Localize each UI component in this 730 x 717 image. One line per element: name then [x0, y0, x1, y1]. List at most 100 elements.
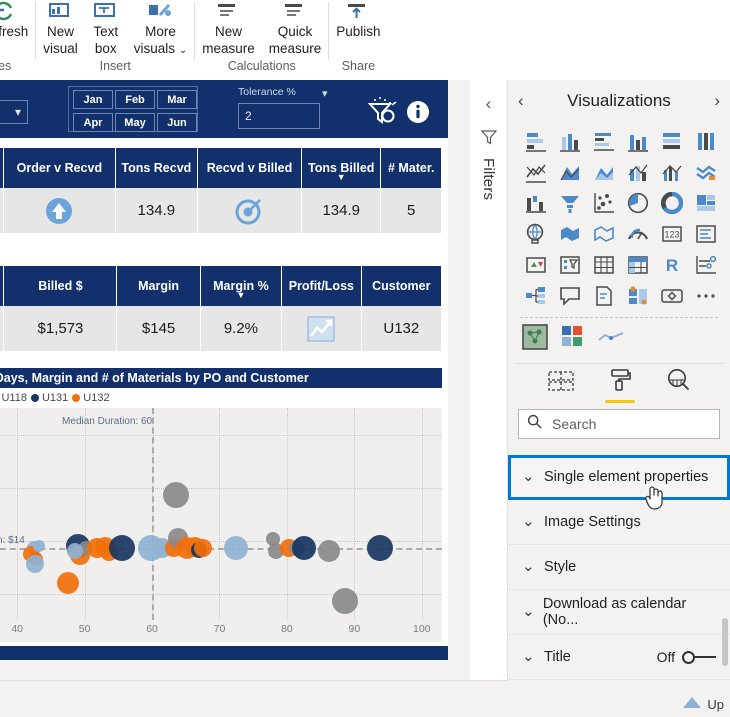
visual-type-gallery[interactable]: 123R — [508, 122, 730, 313]
table-column-header[interactable]: Recvd v Billed — [198, 148, 302, 188]
up-indicator[interactable]: Up — [681, 694, 724, 715]
r-script-visual-icon[interactable]: R — [656, 250, 688, 280]
chevron-left-icon[interactable]: ‹ — [486, 94, 492, 114]
month-button-apr[interactable]: Apr — [73, 113, 113, 132]
sparkline-icon[interactable] — [598, 329, 624, 350]
chevron-down-icon[interactable]: ⌄ — [522, 608, 543, 616]
scatter-point[interactable] — [224, 536, 248, 560]
legend-item-U132[interactable]: U132 — [72, 392, 109, 404]
tolerance-input[interactable]: 2 — [238, 103, 320, 129]
month-button-jan[interactable]: Jan — [73, 90, 113, 109]
gauge-icon[interactable] — [622, 219, 654, 249]
table-cell[interactable]: 9.2% — [201, 306, 282, 352]
ribbon-button-text-box[interactable]: Textbox — [85, 0, 127, 57]
filters-pane-collapsed[interactable]: ‹ Filters — [470, 80, 508, 680]
format-section-image-settings[interactable]: ⌄Image Settings — [508, 500, 730, 545]
report-canvas[interactable]: er ▾ JanFebMarAprMayJun Tolerance % ▾ 2 — [0, 80, 470, 680]
chevron-left-icon[interactable]: ‹ — [518, 91, 524, 111]
ribbon-chart-icon[interactable] — [690, 157, 722, 187]
table-column-header[interactable]: Profit/Loss — [282, 266, 361, 306]
ribbon-button-refresh[interactable]: Refresh — [0, 0, 35, 40]
more-options-icon[interactable] — [690, 281, 722, 311]
funnel-icon[interactable] — [554, 188, 586, 218]
chevron-down-icon[interactable]: ⌄ — [522, 563, 544, 571]
table-cell[interactable]: $1,573 — [4, 306, 117, 352]
chevron-down-icon[interactable]: ⌄ — [522, 653, 544, 661]
customer-slicer-dropdown[interactable]: ▾ — [0, 100, 28, 124]
scatter-point[interactable] — [194, 539, 212, 557]
format-section-style[interactable]: ⌄Style — [508, 545, 730, 590]
target-icon[interactable] — [198, 188, 302, 234]
q-and-a-icon[interactable] — [554, 281, 586, 311]
scatter-point[interactable] — [367, 535, 393, 561]
line-and-stacked-column-chart-icon[interactable] — [622, 157, 654, 187]
format-section-title[interactable]: ⌄TitleOff — [508, 635, 730, 680]
chart-plot-area[interactable]: Median Duration: 60Margin: $14 — [0, 408, 442, 620]
table-cell[interactable]: 134.9 — [302, 188, 381, 234]
python-visual-icon[interactable] — [656, 281, 688, 311]
legend-item-U131[interactable]: U131 — [31, 392, 68, 404]
search-box[interactable] — [518, 409, 720, 439]
stacked-bar-chart-icon[interactable] — [520, 126, 552, 156]
stacked-area-chart-icon[interactable] — [588, 157, 620, 187]
treemap-icon[interactable] — [690, 188, 722, 218]
donut-chart-icon[interactable] — [656, 188, 688, 218]
ribbon-button-publish[interactable]: Publish — [329, 0, 387, 40]
decomposition-tree-icon[interactable] — [520, 281, 552, 311]
bottom-data-table[interactable]: $Billed $MarginMargin %▼Profit/LossCusto… — [0, 266, 442, 352]
table-column-header[interactable]: Margin — [117, 266, 200, 306]
paint-roller-icon[interactable] — [608, 368, 632, 403]
table-column-header[interactable]: Tons Recvd — [116, 148, 198, 188]
format-section-download-as-calendar-no[interactable]: ⌄Download as calendar (No... — [508, 590, 730, 635]
title-toggle[interactable]: Off — [657, 649, 716, 665]
smart-narrative-icon[interactable] — [588, 281, 620, 311]
visualizations-pane[interactable]: ‹ Visualizations › 123R — [508, 80, 730, 717]
chart-legend[interactable]: U113U118U131U132 — [0, 388, 442, 408]
kpi-icon[interactable] — [520, 250, 552, 280]
legend-item-U118[interactable]: U118 — [0, 392, 27, 404]
line-and-clustered-column-chart-icon[interactable] — [656, 157, 688, 187]
scatter-point[interactable] — [163, 482, 189, 508]
ribbon-button-new-measure[interactable]: Newmeasure — [195, 0, 262, 57]
filter-funnel-icon[interactable] — [480, 128, 498, 151]
info-icon[interactable] — [406, 100, 430, 129]
top-data-table[interactable]: derOrder v RecvdTons RecvdRecvd v Billed… — [0, 148, 442, 234]
table-row[interactable]: 4134.9134.95 — [0, 188, 442, 234]
color-swatch-grid-icon[interactable] — [562, 326, 584, 353]
scatter-chart-visual[interactable]: ng Days, Margin and # of Materials by PO… — [0, 368, 442, 646]
100-stacked-bar-chart-icon[interactable] — [656, 126, 688, 156]
tolerance-chevron-down-icon[interactable]: ▾ — [322, 87, 328, 100]
line-chart-icon[interactable] — [520, 157, 552, 187]
card-icon[interactable]: 123 — [656, 219, 688, 249]
clear-filters-icon[interactable] — [366, 96, 398, 131]
analytics-magnifier-icon[interactable] — [666, 368, 690, 403]
filled-map-icon[interactable] — [554, 219, 586, 249]
clustered-bar-chart-icon[interactable] — [588, 126, 620, 156]
ribbon-button-more-visuals[interactable]: Morevisuals ⌄ — [127, 0, 194, 59]
scatter-point[interactable] — [26, 555, 44, 573]
key-influencers-icon[interactable] — [690, 250, 722, 280]
scatter-chart-icon[interactable] — [588, 188, 620, 218]
table-column-header[interactable]: Customer — [362, 266, 442, 306]
trend-up-icon[interactable] — [282, 306, 361, 352]
fields-build-icon[interactable] — [548, 370, 574, 403]
search-input[interactable] — [550, 415, 711, 433]
stacked-column-chart-icon[interactable] — [554, 126, 586, 156]
table-cell[interactable]: 134.9 — [116, 188, 198, 234]
scatter-point[interactable] — [57, 572, 79, 594]
format-search-wrap[interactable] — [508, 405, 730, 447]
table-column-header[interactable]: Order v Recvd — [4, 148, 116, 188]
scatter-point[interactable] — [318, 540, 340, 562]
chevron-down-icon[interactable]: ⌄ — [522, 518, 544, 526]
chevron-down-icon[interactable]: ⌄ — [179, 45, 187, 56]
table-cell[interactable]: U132 — [362, 306, 442, 352]
visual-templates-row[interactable] — [508, 318, 730, 363]
month-button-feb[interactable]: Feb — [115, 90, 155, 109]
scatter-point[interactable] — [292, 536, 316, 560]
clustered-column-chart-icon[interactable] — [622, 126, 654, 156]
paginated-report-icon[interactable] — [622, 281, 654, 311]
format-section-single-element-properties[interactable]: ⌄Single element properties — [508, 455, 730, 500]
table-column-header[interactable]: Margin %▼ — [201, 266, 282, 306]
table-column-header[interactable]: Billed $ — [4, 266, 117, 306]
table-cell[interactable]: $145 — [117, 306, 200, 352]
